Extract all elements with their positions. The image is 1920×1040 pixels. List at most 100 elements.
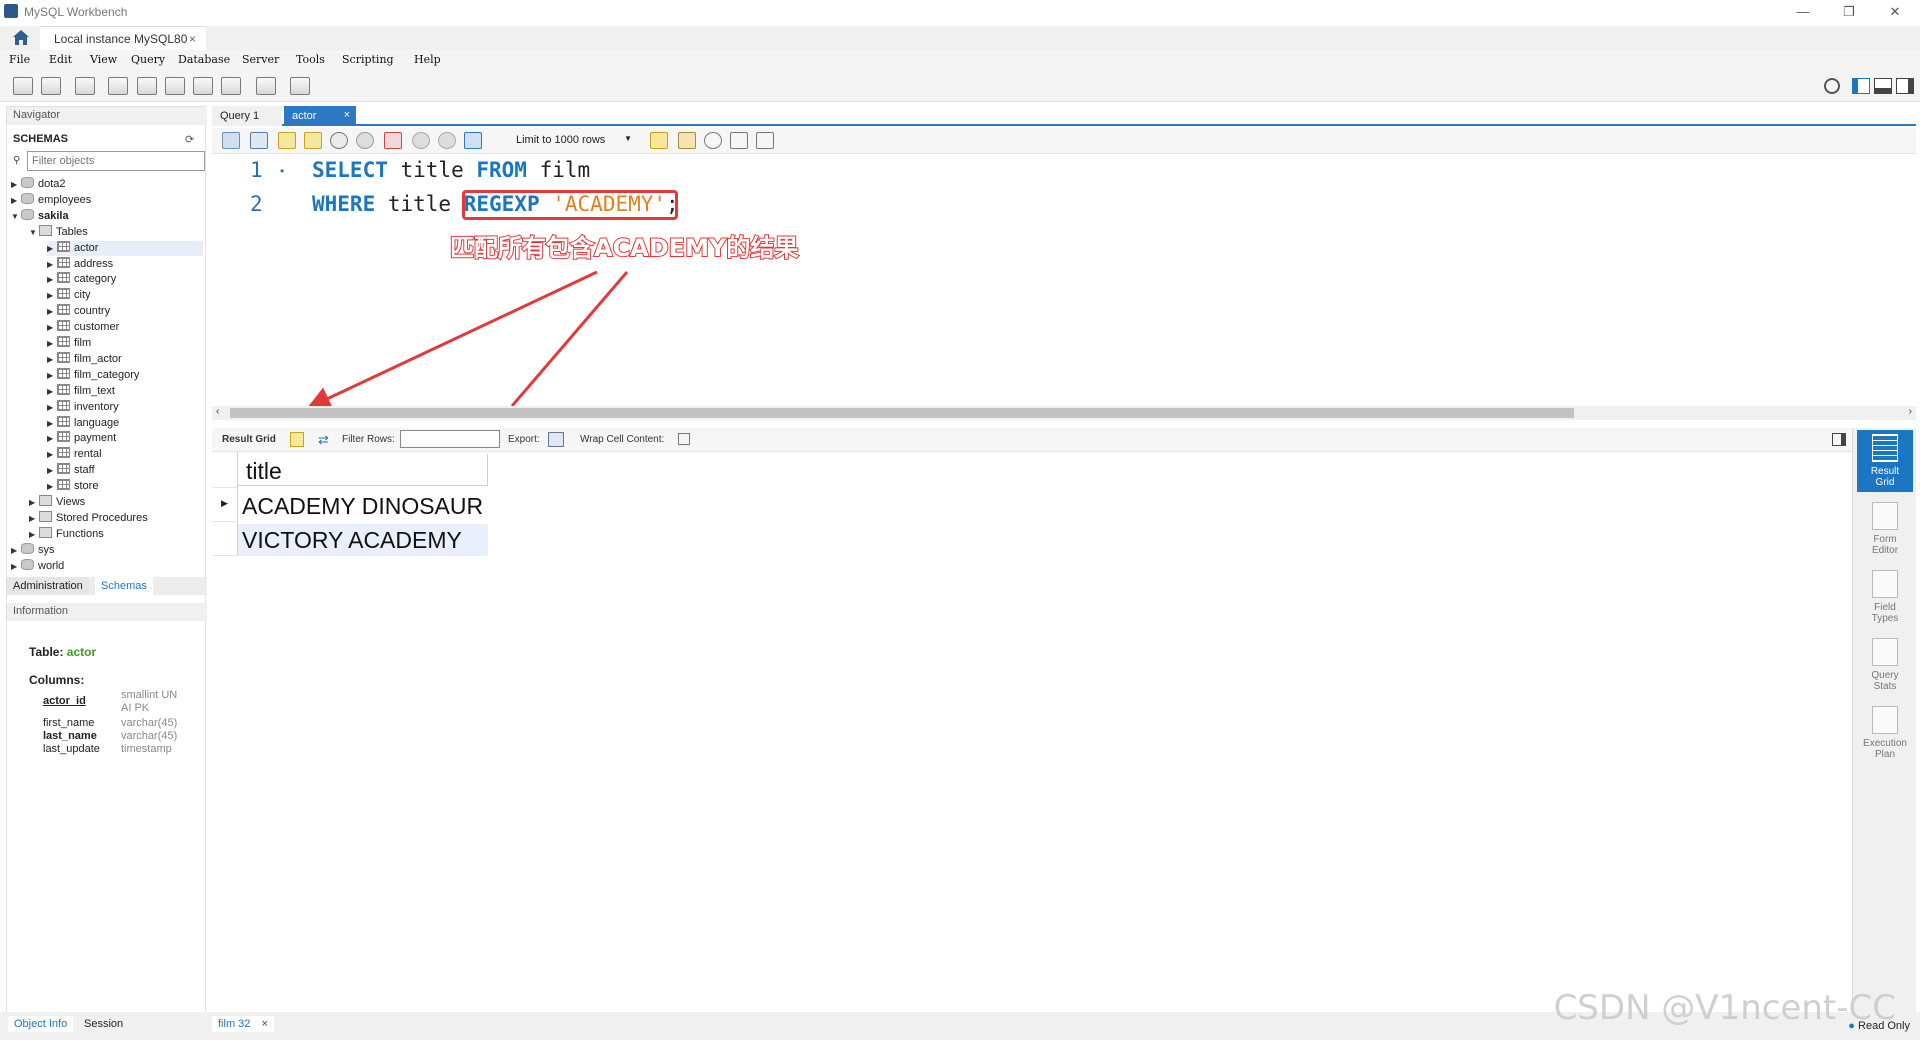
reconnect-icon[interactable] (290, 77, 310, 95)
tree-item[interactable]: ▶ world (11, 558, 203, 574)
tree-item[interactable]: ▶ employees (11, 192, 203, 208)
open-sql-script-icon[interactable] (41, 77, 61, 95)
collapsed-arrow-icon[interactable]: ▶ (47, 371, 57, 380)
menu-server[interactable]: Server (242, 53, 279, 66)
wrap-toggle-icon[interactable] (678, 433, 690, 445)
tree-item[interactable]: ▶ staff (47, 463, 203, 478)
close-icon[interactable]: × (344, 109, 350, 121)
create-function-icon[interactable] (221, 77, 241, 95)
menu-file[interactable]: File (9, 53, 30, 66)
menu-help[interactable]: Help (414, 53, 441, 66)
tab-session[interactable]: Session (78, 1016, 129, 1032)
tree-item[interactable]: ▼ sakila (11, 208, 203, 224)
tree-item[interactable]: ▶ film_text (47, 383, 203, 399)
save-icon[interactable] (250, 132, 268, 149)
toggle-secondary-sidebar-icon[interactable] (1896, 78, 1914, 94)
toggle-output-icon[interactable] (1874, 78, 1892, 94)
find-icon[interactable] (704, 132, 722, 149)
close-icon[interactable]: × (189, 32, 196, 46)
tree-item[interactable]: ▶ film (47, 336, 203, 351)
new-sql-tab-icon[interactable] (13, 77, 33, 95)
tree-item[interactable]: ▶ dota2 (11, 177, 203, 192)
collapsed-arrow-icon[interactable]: ▶ (47, 323, 57, 332)
collapsed-arrow-icon[interactable]: ▶ (47, 482, 57, 491)
tree-item[interactable]: ▶ actor (47, 240, 203, 256)
collapsed-arrow-icon[interactable]: ▶ (11, 562, 21, 571)
beautify-icon[interactable] (678, 132, 696, 149)
collapsed-arrow-icon[interactable]: ▶ (47, 355, 57, 364)
toggle-stop-on-error-icon[interactable] (384, 132, 402, 149)
restore-button[interactable]: ❐ (1834, 4, 1864, 20)
tree-item[interactable]: ▶ Views (29, 495, 203, 510)
menu-edit[interactable]: Edit (49, 53, 72, 66)
explain-icon[interactable] (330, 132, 348, 149)
toggle-panel-icon[interactable] (1832, 433, 1846, 446)
result-grid-label[interactable]: Result Grid (222, 434, 276, 445)
collapsed-arrow-icon[interactable]: ▶ (11, 196, 21, 205)
tree-item[interactable]: ▶ film_category (47, 367, 203, 383)
create-view-icon[interactable] (165, 77, 185, 95)
menu-database[interactable]: Database (178, 53, 230, 66)
stop-icon[interactable] (356, 132, 374, 149)
tab-schemas[interactable]: Schemas (95, 577, 153, 595)
open-file-icon[interactable] (222, 132, 240, 149)
add-snippet-icon[interactable] (650, 132, 668, 149)
menu-view[interactable]: View (90, 53, 117, 66)
commit-icon[interactable] (412, 132, 430, 149)
result-grid-button[interactable]: Result Grid (1857, 430, 1913, 492)
tab-object-info[interactable]: Object Info (8, 1016, 74, 1032)
collapsed-arrow-icon[interactable]: ▶ (29, 514, 39, 523)
row-gutter[interactable] (212, 522, 238, 556)
menu-tools[interactable]: Tools (296, 53, 325, 66)
collapsed-arrow-icon[interactable]: ▶ (47, 419, 57, 428)
minimize-button[interactable]: — (1788, 4, 1818, 19)
grid-cell[interactable]: ACADEMY DINOSAUR (238, 490, 488, 522)
result-tab[interactable]: film 32 × (212, 1016, 274, 1032)
execute-current-icon[interactable] (304, 132, 322, 149)
collapsed-arrow-icon[interactable]: ▶ (47, 244, 57, 253)
editor-horizontal-scrollbar[interactable]: ‹ › (212, 406, 1916, 420)
collapsed-arrow-icon[interactable]: ▶ (29, 498, 39, 507)
query-stats-button[interactable]: Query Stats (1857, 634, 1913, 696)
grid-icon[interactable] (290, 432, 304, 447)
result-grid[interactable]: title ▶ ACADEMY DINOSAUR VICTORY ACADEMY (212, 452, 1852, 1012)
inspector-icon[interactable] (75, 77, 95, 95)
collapsed-arrow-icon[interactable]: ▶ (47, 450, 57, 459)
tree-item[interactable]: ▶ Functions (29, 526, 203, 542)
column-header-title[interactable]: title (238, 454, 488, 486)
tab-actor[interactable]: actor × (284, 106, 356, 126)
scrollbar-thumb[interactable] (230, 408, 1574, 418)
execute-icon[interactable] (278, 132, 296, 149)
home-icon[interactable] (12, 29, 30, 46)
create-table-icon[interactable] (137, 77, 157, 95)
invisible-chars-icon[interactable] (730, 132, 748, 149)
create-procedure-icon[interactable] (193, 77, 213, 95)
collapsed-arrow-icon[interactable]: ▶ (29, 530, 39, 539)
collapsed-arrow-icon[interactable]: ▶ (47, 260, 57, 269)
tree-item[interactable]: ▶ customer (47, 320, 203, 335)
form-editor-button[interactable]: Form Editor (1857, 498, 1913, 560)
export-icon[interactable] (548, 432, 564, 447)
toggle-sidebar-icon[interactable] (1852, 78, 1870, 94)
tree-item[interactable]: ▶ rental (47, 447, 203, 462)
scroll-left-icon[interactable]: ‹ (216, 406, 219, 417)
tree-item[interactable]: ▶ language (47, 415, 203, 431)
grid-cell[interactable]: VICTORY ACADEMY (238, 524, 488, 556)
collapsed-arrow-icon[interactable]: ▶ (47, 275, 57, 284)
refresh-schemas-icon[interactable]: ⟳ (185, 133, 194, 146)
row-gutter[interactable]: ▶ (212, 488, 238, 522)
tree-item[interactable]: ▼ Tables (29, 224, 203, 240)
execution-plan-button[interactable]: Execution Plan (1857, 702, 1913, 764)
collapsed-arrow-icon[interactable]: ▶ (47, 307, 57, 316)
limit-rows-select[interactable]: Limit to 1000 rows ▼ (512, 132, 636, 150)
collapsed-arrow-icon[interactable]: ▶ (47, 434, 57, 443)
sql-editor[interactable]: 1 • SELECT title FROM film 2 WHERE title… (212, 156, 1916, 406)
tab-query-1[interactable]: Query 1 (212, 106, 282, 126)
settings-gear-icon[interactable] (1824, 78, 1840, 94)
filter-rows-input[interactable] (400, 430, 500, 448)
tree-item[interactable]: ▶ sys (11, 542, 203, 558)
tree-item[interactable]: ▶ address (47, 256, 203, 272)
refresh-icon[interactable]: ⇄ (318, 432, 329, 448)
search-table-data-icon[interactable] (256, 77, 276, 95)
collapsed-arrow-icon[interactable]: ▶ (11, 180, 21, 189)
